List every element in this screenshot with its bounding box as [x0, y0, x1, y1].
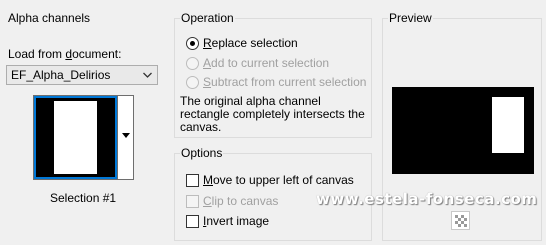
clip-to-canvas-checkbox[interactable]: Clip to canvas: [186, 193, 278, 209]
add-selection-radio[interactable]: Add to current selection: [186, 55, 329, 71]
preview-selection-shape: [492, 97, 524, 153]
subtract-selection-label: Subtract from current selection: [203, 75, 367, 89]
watermark-text: www.estela-fonseca.com: [316, 190, 538, 208]
document-select[interactable]: EF_Alpha_Delirios: [6, 65, 158, 85]
invert-image-checkbox[interactable]: Invert image: [186, 213, 269, 229]
invert-label: Invert image: [203, 214, 270, 228]
checker-icon: [455, 215, 467, 227]
clip-checkbox-box[interactable]: [186, 194, 199, 208]
replace-selection-label: Replace selection: [203, 36, 298, 50]
operation-title: Operation: [180, 11, 235, 25]
selection-caption: Selection #1: [50, 191, 117, 205]
move-label: Move to upper left of canvas: [203, 173, 354, 187]
preview-canvas: [392, 87, 534, 174]
subtract-radio-button[interactable]: [186, 75, 199, 89]
replace-radio-button[interactable]: [186, 36, 199, 50]
options-title: Options: [180, 146, 224, 160]
transparency-toggle-icon[interactable]: [451, 211, 470, 230]
selection-thumbnail[interactable]: [34, 96, 117, 179]
thumbnail-dropdown-button[interactable]: [117, 96, 133, 179]
preview-title: Preview: [388, 11, 433, 25]
add-radio-button[interactable]: [186, 56, 199, 70]
move-to-upper-left-checkbox[interactable]: Move to upper left of canvas: [186, 172, 354, 188]
load-from-document-label: Load from document:: [8, 47, 121, 61]
load-label-pre: Load from: [8, 47, 66, 61]
replace-selection-radio[interactable]: Replace selection: [186, 35, 298, 51]
triangle-down-icon: [122, 133, 130, 138]
operation-description: The original alpha channel rectangle com…: [180, 94, 365, 134]
document-select-value: EF_Alpha_Delirios: [11, 68, 111, 82]
subtract-selection-radio[interactable]: Subtract from current selection: [186, 74, 366, 90]
chevron-down-icon: [143, 72, 152, 78]
alpha-channels-title: Alpha channels: [8, 11, 91, 25]
load-label-post: ocument:: [72, 47, 122, 61]
invert-checkbox-box[interactable]: [186, 214, 199, 228]
clip-label: Clip to canvas: [203, 194, 279, 208]
move-checkbox-box[interactable]: [186, 173, 199, 187]
add-selection-label: Add to current selection: [203, 56, 330, 70]
thumbnail-selection-shape: [54, 101, 97, 174]
